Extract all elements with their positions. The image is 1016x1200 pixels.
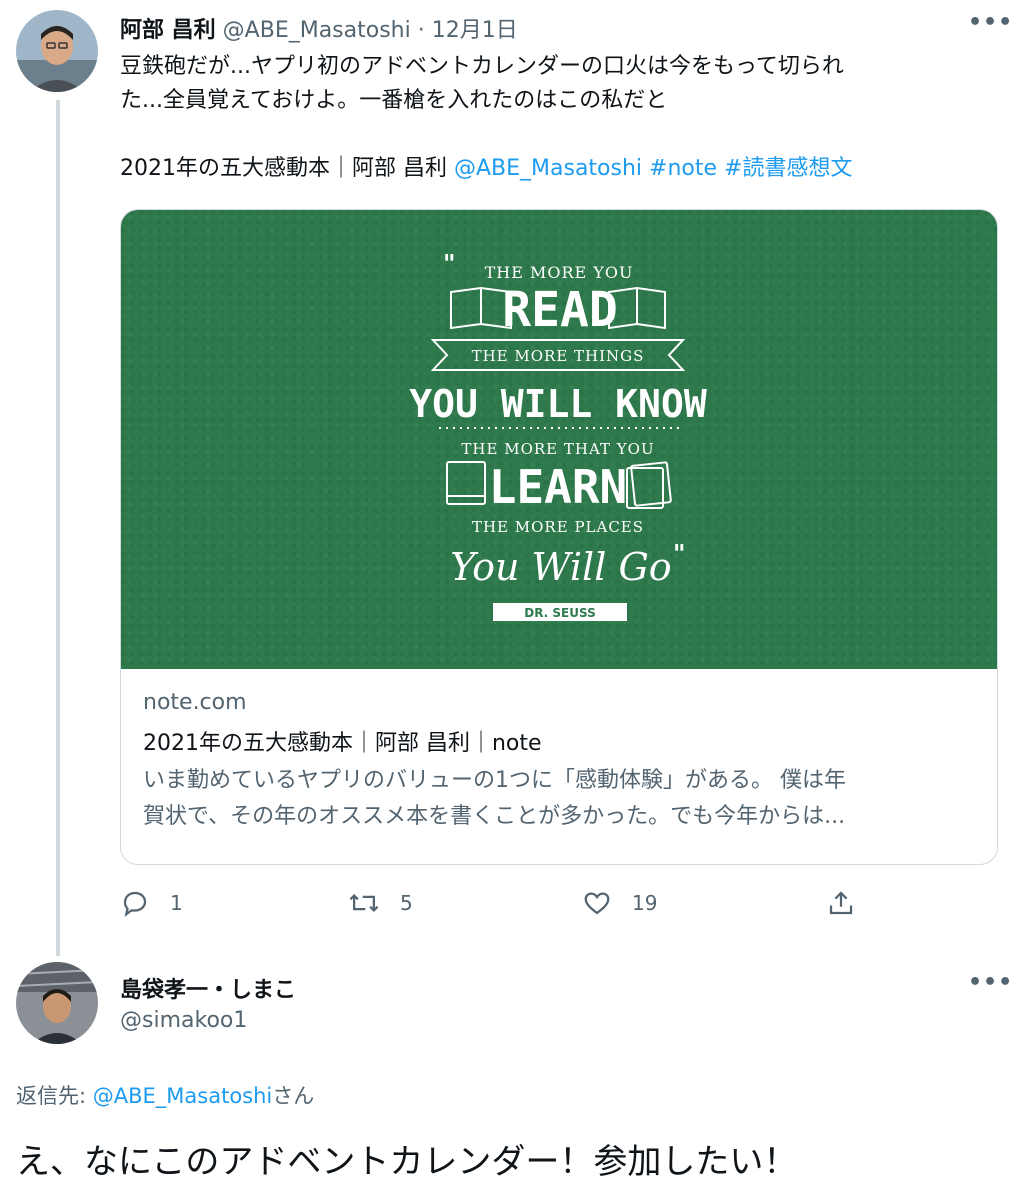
- quote-line-7: THE MORE PLACES: [472, 518, 644, 536]
- like-count: 19: [632, 891, 658, 915]
- article-title-text: 2021年の五大感動本｜阿部 昌利: [120, 156, 454, 181]
- tweet-text-line: た...全員覚えておけよ。一番槍を入れたのはこの私だと: [120, 88, 668, 113]
- author-name[interactable]: 阿部 昌利: [120, 18, 216, 43]
- author-handle[interactable]: @ABE_Masatoshi: [223, 18, 411, 43]
- reply-count: 1: [170, 891, 183, 915]
- replying-to-label: 返信先:: [16, 1084, 93, 1108]
- share-icon: [829, 891, 853, 915]
- card-description-line: いま勤めているヤプリのバリューの1つに「感動体験」がある。 僕は年: [143, 768, 846, 793]
- quote-line-5: THE MORE THAT YOU: [461, 440, 654, 458]
- tweet-date[interactable]: 12月1日: [432, 18, 518, 43]
- tweet-header: 阿部 昌利 @ABE_Masatoshi · 12月1日: [120, 12, 518, 44]
- quote-line-6: LEARN: [489, 460, 627, 514]
- card-domain: note.com: [143, 690, 247, 715]
- quote-line-3: THE MORE THINGS: [472, 347, 645, 365]
- replying-to: 返信先: @ABE_Masatoshiさん: [16, 1080, 314, 1110]
- quote-line-1: THE MORE YOU: [485, 263, 634, 282]
- retweet-count: 5: [400, 891, 413, 915]
- reply-tweet-text: え、なにこのアドベントカレンダー！参加したい！: [16, 1142, 798, 1182]
- share-button[interactable]: [826, 888, 856, 918]
- svg-text:": ": [673, 539, 686, 568]
- replying-to-mention[interactable]: @ABE_Masatoshi: [93, 1084, 273, 1108]
- like-button[interactable]: 19: [582, 888, 657, 918]
- hashtag-note[interactable]: #note: [649, 156, 717, 181]
- mention-link[interactable]: @ABE_Masatoshi: [454, 156, 642, 181]
- card-title: 2021年の五大感動本｜阿部 昌利｜note: [143, 731, 542, 756]
- avatar-simakoo[interactable]: [16, 962, 98, 1044]
- retweet-icon: [349, 894, 379, 912]
- reply-author-handle[interactable]: @simakoo1: [120, 1008, 247, 1033]
- tweet-text-line: 2021年の五大感動本｜阿部 昌利 @ABE_Masatoshi #note #…: [120, 152, 1000, 186]
- tweet-text: 豆鉄砲だが...ヤプリ初のアドベントカレンダーの口火は今をもって切られ た...…: [120, 50, 1000, 186]
- card-image[interactable]: " THE MORE YOU READ THE MORE THINGS YOU …: [121, 210, 997, 669]
- card-description: いま勤めているヤプリのバリューの1つに「感動体験」がある。 僕は年 賀状で、その…: [143, 763, 975, 835]
- reply-icon: [123, 891, 147, 917]
- avatar-abe[interactable]: [16, 10, 98, 92]
- reply-button[interactable]: 1: [120, 888, 183, 918]
- hashtag-reading[interactable]: #読書感想文: [724, 156, 852, 181]
- card-meta[interactable]: note.com 2021年の五大感動本｜阿部 昌利｜note いま勤めているヤ…: [143, 690, 975, 835]
- retweet-button[interactable]: 5: [348, 888, 413, 918]
- heart-icon: [584, 892, 610, 915]
- reply-author-name[interactable]: 島袋孝一・しまこ: [120, 972, 296, 1004]
- card-description-line: 賀状で、その年のオススメ本を書くことが多かった。でも今年からは...: [143, 804, 846, 829]
- link-preview-card[interactable]: " THE MORE YOU READ THE MORE THINGS YOU …: [120, 209, 998, 865]
- thread-connector-line: [56, 100, 60, 956]
- quote-line-4: YOU WILL KNOW: [409, 382, 707, 426]
- replying-to-suffix: さん: [272, 1084, 315, 1108]
- more-options-icon[interactable]: •••: [968, 10, 1013, 35]
- header-separator: ·: [417, 18, 425, 43]
- tweet-text-line: 豆鉄砲だが...ヤプリ初のアドベントカレンダーの口火は今をもって切られ: [120, 54, 844, 79]
- quote-line-8: You Will Go: [450, 545, 671, 589]
- svg-text:": ": [443, 249, 456, 278]
- quote-author: DR. SEUSS: [524, 606, 596, 620]
- quote-line-2: READ: [502, 282, 618, 338]
- reply-more-options-icon[interactable]: •••: [968, 970, 1013, 995]
